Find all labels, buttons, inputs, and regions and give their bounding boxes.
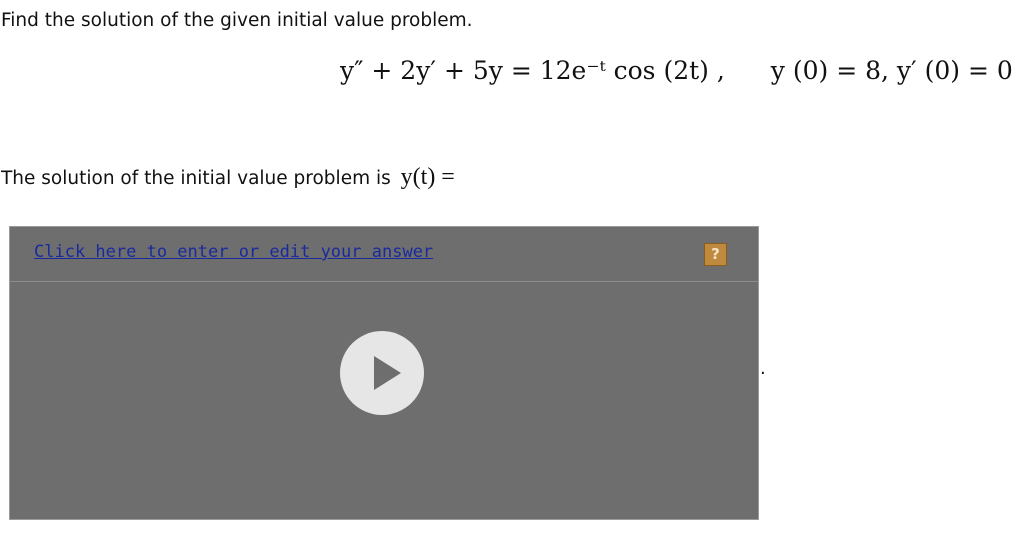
answer-prompt-text: The solution of the initial value proble… <box>1 168 391 189</box>
problem-prompt: Find the solution of the given initial v… <box>1 10 473 31</box>
initial-conditions: y (0) = 8, y′ (0) = 0 <box>770 56 1013 85</box>
differential-equation: y″ + 2y′ + 5y = 12e⁻ᵗ cos (2t) , y (0) =… <box>340 56 1013 85</box>
enter-answer-link[interactable]: Click here to enter or edit your answer <box>34 242 433 262</box>
answer-prompt-math: y(t) = <box>400 164 455 190</box>
answer-entry-box[interactable]: Click here to enter or edit your answer … <box>9 226 759 520</box>
trailing-period: . <box>760 358 766 379</box>
ode-expression: y″ + 2y′ + 5y = 12e⁻ᵗ cos (2t) , <box>340 56 725 85</box>
answer-box-header: Click here to enter or edit your answer … <box>10 227 758 282</box>
play-button[interactable] <box>340 331 424 415</box>
play-icon <box>374 356 401 390</box>
help-icon[interactable]: ? <box>704 243 727 266</box>
answer-prompt: The solution of the initial value proble… <box>1 164 455 191</box>
